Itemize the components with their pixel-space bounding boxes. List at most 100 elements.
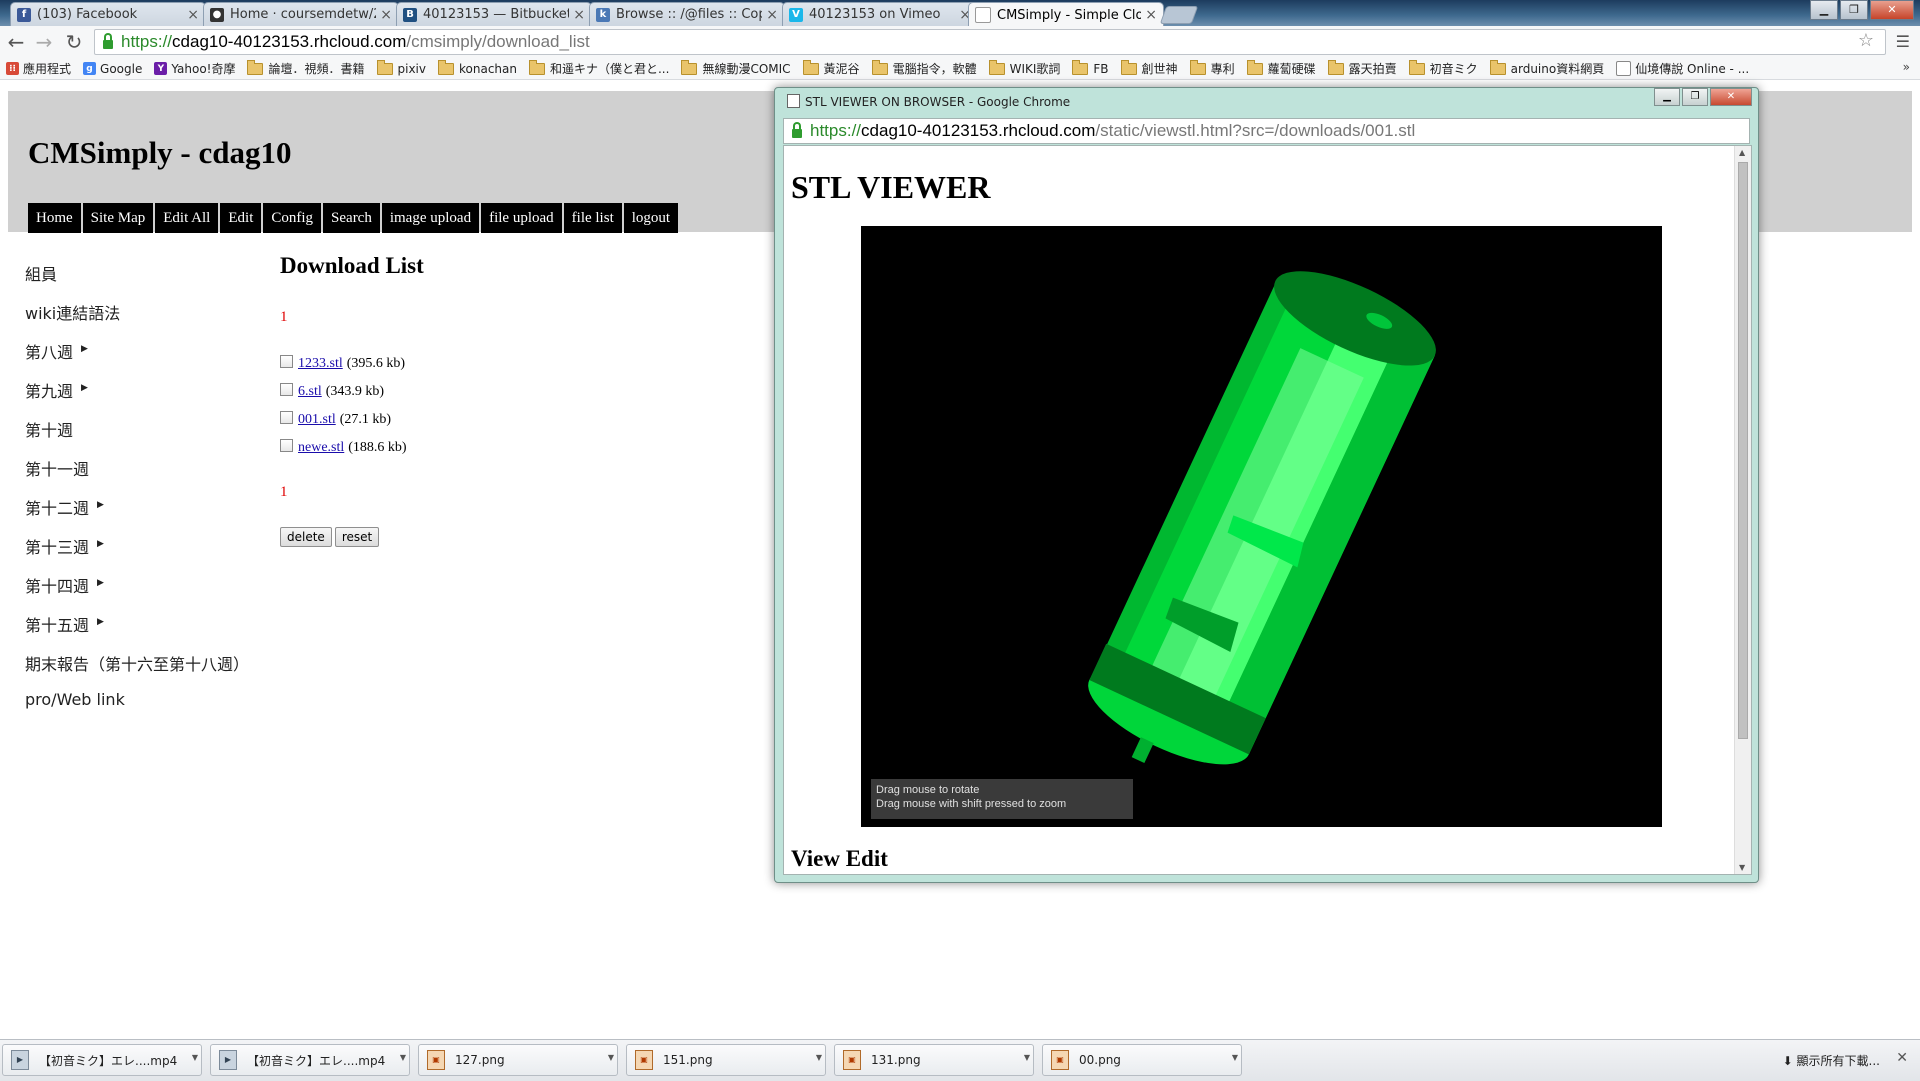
sidebar-item[interactable]: pro/Web link — [25, 690, 257, 729]
nav-file-upload[interactable]: file upload — [481, 203, 562, 233]
close-tab-icon[interactable]: × — [380, 7, 392, 23]
sidebar-item[interactable]: 組員 — [25, 261, 257, 300]
nav-home[interactable]: Home — [28, 203, 81, 233]
sidebar-item[interactable]: 第十週 — [25, 417, 257, 456]
bookmark-folder[interactable]: 露天拍賣 — [1327, 59, 1397, 77]
new-tab-button[interactable] — [1159, 6, 1199, 24]
bookmark-folder[interactable]: 蘿蔔硬碟 — [1246, 59, 1316, 77]
download-item[interactable]: ▣ 00.png ▼ — [1042, 1044, 1242, 1076]
more-bookmarks-chevron-icon[interactable]: » — [1903, 60, 1910, 74]
bookmark-folder[interactable]: 創世神 — [1120, 59, 1178, 77]
minimize-button[interactable]: ▁ — [1810, 0, 1838, 20]
pagination-link[interactable]: 1 — [280, 484, 424, 501]
download-item[interactable]: ▣ 127.png ▼ — [418, 1044, 618, 1076]
chevron-down-icon[interactable]: ▼ — [816, 1053, 822, 1062]
bookmark-page[interactable]: 仙境傳說 Online - ... — [1616, 60, 1749, 77]
sidebar-item[interactable]: 第八週 ▶ — [25, 339, 257, 378]
download-item[interactable]: ▶ 【初音ミク】エレ....mp4 ▼ — [210, 1044, 410, 1076]
show-all-downloads-link[interactable]: ⬇ 顯示所有下載... — [1783, 1052, 1880, 1069]
bookmark-folder[interactable]: 無線動漫COMIC — [681, 59, 791, 77]
chevron-down-icon[interactable]: ▼ — [400, 1053, 406, 1062]
file-link[interactable]: 001.stl — [298, 412, 336, 428]
file-link[interactable]: newe.stl — [298, 440, 344, 456]
nav-edit-all[interactable]: Edit All — [155, 203, 219, 233]
nav-edit[interactable]: Edit — [220, 203, 262, 233]
bookmark-folder[interactable]: konachan — [438, 59, 517, 76]
minimize-button[interactable]: ▁ — [1654, 88, 1680, 106]
reload-icon[interactable]: ↻ — [62, 30, 86, 54]
sidebar-item[interactable]: 第十二週 ▶ — [25, 495, 257, 534]
scrollbar-thumb[interactable] — [1738, 162, 1748, 739]
bookmark-folder[interactable]: 專利 — [1189, 59, 1235, 77]
nav-logout[interactable]: logout — [623, 203, 679, 233]
sidebar-item[interactable]: 期末報告（第十六至第十八週） — [25, 651, 257, 690]
sidebar-item[interactable]: 第十四週 ▶ — [25, 573, 257, 612]
file-link[interactable]: 6.stl — [298, 384, 322, 400]
sidebar-item[interactable]: 第十一週 — [25, 456, 257, 495]
nav-image-upload[interactable]: image upload — [381, 203, 480, 233]
back-arrow-icon[interactable]: ← — [4, 30, 28, 54]
bookmark-folder[interactable]: 和遥キナ（僕と君と... — [528, 59, 669, 77]
pagination-link[interactable]: 1 — [280, 309, 424, 326]
delete-button[interactable]: delete — [280, 527, 332, 547]
chevron-down-icon[interactable]: ▼ — [192, 1053, 198, 1062]
file-checkbox[interactable] — [280, 354, 293, 368]
file-checkbox[interactable] — [280, 438, 293, 452]
bookmark-folder[interactable]: 黃泥谷 — [802, 59, 860, 77]
chrome-menu-icon[interactable]: ☰ — [1896, 32, 1910, 51]
forward-arrow-icon[interactable]: → — [32, 30, 56, 54]
popup-scrollbar[interactable]: ▲ ▼ — [1734, 146, 1751, 874]
sidebar-item[interactable]: 第九週 ▶ — [25, 378, 257, 417]
tab-github[interactable]: ● Home · coursemdetw/2( × — [203, 2, 399, 26]
file-checkbox[interactable] — [280, 382, 293, 396]
tab-vimeo[interactable]: V 40123153 on Vimeo × — [782, 2, 978, 26]
close-downloads-bar-icon[interactable]: ✕ — [1896, 1050, 1908, 1066]
bookmark-yahoo[interactable]: Y Yahoo!奇摩 — [154, 60, 235, 77]
close-window-button[interactable]: ✕ — [1710, 88, 1752, 106]
nav-search[interactable]: Search — [323, 203, 380, 233]
file-checkbox[interactable] — [280, 410, 293, 424]
bookmark-apps[interactable]: ⁝⁝ 應用程式 — [6, 60, 71, 77]
bookmark-folder[interactable]: pixiv — [376, 59, 426, 76]
page-icon — [1616, 61, 1632, 76]
close-tab-icon[interactable]: × — [766, 7, 778, 23]
download-item[interactable]: ▶ 【初音ミク】エレ....mp4 ▼ — [2, 1044, 202, 1076]
download-item[interactable]: ▣ 151.png ▼ — [626, 1044, 826, 1076]
folder-icon — [1120, 59, 1137, 75]
bookmark-folder[interactable]: FB — [1072, 59, 1109, 76]
file-link[interactable]: 1233.stl — [298, 356, 343, 372]
scroll-up-arrow-icon[interactable]: ▲ — [1739, 148, 1745, 157]
chevron-down-icon[interactable]: ▼ — [608, 1053, 614, 1062]
bookmark-folder[interactable]: 初音ミク — [1408, 59, 1478, 77]
nav-file-list[interactable]: file list — [563, 203, 622, 233]
close-tab-icon[interactable]: × — [573, 7, 585, 23]
chevron-down-icon[interactable]: ▼ — [1232, 1053, 1238, 1062]
reset-button[interactable]: reset — [334, 527, 380, 547]
close-window-button[interactable]: ✕ — [1870, 0, 1914, 20]
bookmark-folder[interactable]: 論壇．視頻．書籍 — [247, 59, 365, 77]
download-item[interactable]: ▣ 131.png ▼ — [834, 1044, 1034, 1076]
tab-facebook[interactable]: f (103) Facebook × — [10, 2, 206, 26]
nav-config[interactable]: Config — [263, 203, 322, 233]
tab-browse-files[interactable]: k Browse :: /@files :: Copy × — [589, 2, 785, 26]
tab-bitbucket[interactable]: B 40123153 — Bitbucket × — [396, 2, 592, 26]
scroll-down-arrow-icon[interactable]: ▼ — [1739, 863, 1745, 872]
sidebar-item[interactable]: wiki連結語法 — [25, 300, 257, 339]
maximize-button[interactable]: ❐ — [1682, 88, 1708, 106]
tab-cmsimply[interactable]: CMSimply - Simple Clou × — [968, 2, 1164, 26]
bookmark-star-icon[interactable]: ☆ — [1858, 30, 1874, 51]
bookmark-folder[interactable]: WIKI歌詞 — [988, 59, 1060, 77]
bookmark-folder[interactable]: arduino資料網頁 — [1489, 59, 1604, 77]
bookmark-google[interactable]: g Google — [83, 62, 142, 76]
stl-3d-canvas[interactable]: Drag mouse to rotate Drag mouse with shi… — [861, 226, 1662, 827]
sidebar-item[interactable]: 第十五週 ▶ — [25, 612, 257, 651]
nav-site-map[interactable]: Site Map — [82, 203, 154, 233]
maximize-button[interactable]: ❐ — [1840, 0, 1868, 20]
chevron-down-icon[interactable]: ▼ — [1024, 1053, 1030, 1062]
bookmark-folder[interactable]: 電腦指令，軟體 — [871, 59, 977, 77]
address-bar[interactable]: https:// cdag10-40123153.rhcloud.com /cm… — [94, 29, 1886, 55]
popup-address-bar[interactable]: https:// cdag10-40123153.rhcloud.com /st… — [783, 118, 1750, 144]
sidebar-item[interactable]: 第十三週 ▶ — [25, 534, 257, 573]
close-tab-icon[interactable]: × — [1145, 7, 1157, 23]
close-tab-icon[interactable]: × — [187, 7, 199, 23]
